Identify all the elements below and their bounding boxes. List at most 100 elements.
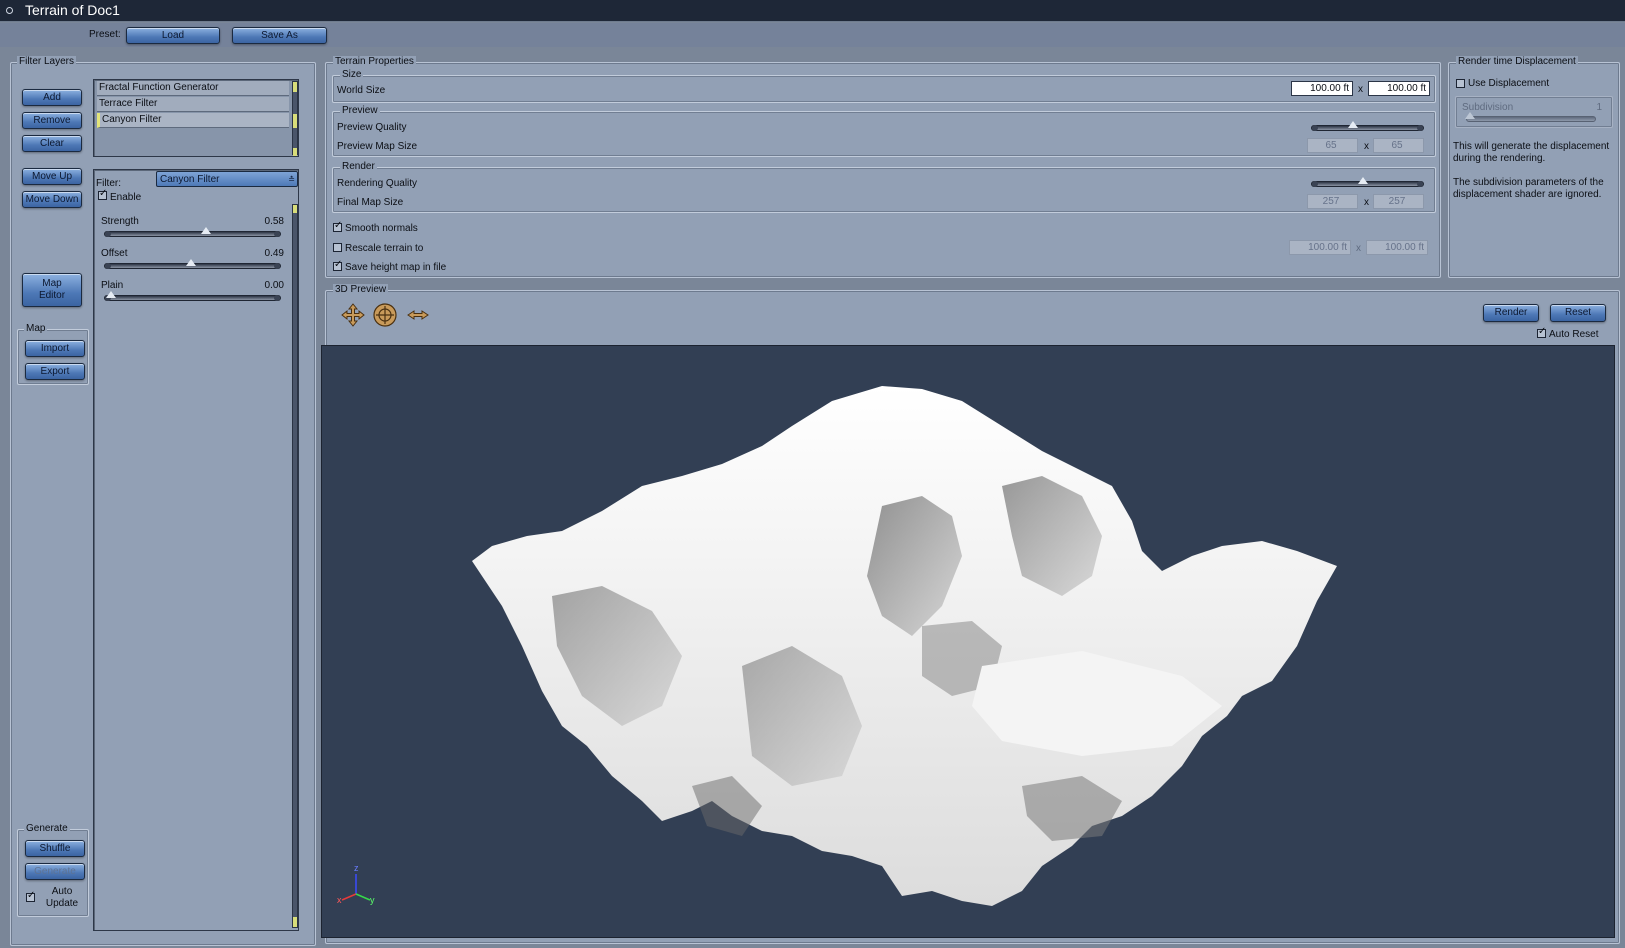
- terrain-render: [472, 386, 1337, 906]
- render-group: Render Rendering Quality Final Map Size …: [332, 161, 1436, 213]
- size-x-label: x: [1358, 84, 1363, 95]
- rotate-icon[interactable]: [372, 302, 398, 328]
- size-group: Size World Size 100.00 ft x 100.00 ft: [332, 69, 1436, 103]
- map-legend: Map: [24, 323, 48, 334]
- offset-slider[interactable]: [104, 259, 281, 269]
- import-map-button[interactable]: Import: [25, 340, 85, 357]
- rendering-quality-slider[interactable]: [1311, 177, 1424, 187]
- auto-update-checkbox[interactable]: [26, 890, 35, 902]
- strength-slider-handle[interactable]: [200, 227, 211, 234]
- final-map-height-field: 257: [1373, 194, 1424, 209]
- plain-slider[interactable]: [104, 291, 281, 301]
- pan-icon[interactable]: [340, 302, 366, 328]
- preview-group: Preview Preview Quality Preview Map Size…: [332, 105, 1436, 157]
- clear-layers-button[interactable]: Clear: [22, 135, 82, 152]
- render-displacement-panel: Render time Displacement Use Displacemen…: [1448, 56, 1620, 278]
- strength-slider[interactable]: [104, 227, 281, 237]
- final-map-width-field: 257: [1307, 194, 1358, 209]
- preview-3d-legend: 3D Preview: [333, 284, 389, 295]
- offset-slider-handle[interactable]: [185, 259, 196, 266]
- filter-layers-panel: Filter Layers Add Remove Clear Move Up M…: [10, 56, 316, 946]
- rescale-width-field: 100.00 ft: [1289, 240, 1351, 255]
- plain-label: Plain: [101, 280, 124, 291]
- offset-label: Offset: [101, 248, 128, 259]
- terrain-3d-viewport[interactable]: z x y: [321, 345, 1615, 938]
- window-title: Terrain of Doc1: [25, 2, 120, 18]
- preset-bar: Preset: Load Save As: [0, 23, 1625, 47]
- load-preset-button[interactable]: Load: [126, 27, 220, 44]
- subdivision-handle: [1465, 112, 1475, 119]
- axis-z-label: z: [354, 863, 359, 873]
- map-group: Map Import Export: [17, 323, 89, 385]
- export-map-button[interactable]: Export: [25, 363, 85, 380]
- enable-label: Enable: [110, 192, 142, 203]
- final-x-label: x: [1364, 197, 1369, 208]
- displacement-note-1: This will generate the displacement duri…: [1453, 141, 1610, 164]
- rendering-quality-handle[interactable]: [1357, 177, 1368, 184]
- world-size-label: World Size: [337, 85, 386, 96]
- move-down-button[interactable]: Move Down: [22, 191, 82, 208]
- preview-quality-label: Preview Quality: [337, 122, 407, 133]
- rescale-x-label: x: [1356, 243, 1361, 254]
- preview-map-size-label: Preview Map Size: [337, 141, 418, 152]
- rescale-terrain-label: Rescale terrain to: [345, 243, 424, 254]
- enable-checkbox[interactable]: [98, 188, 107, 200]
- rescale-height-field: 100.00 ft: [1366, 240, 1428, 255]
- list-item[interactable]: Terrace Filter: [97, 97, 289, 112]
- render-displacement-legend: Render time Displacement: [1456, 56, 1578, 67]
- auto-reset-label: Auto Reset: [1549, 329, 1599, 340]
- axis-x-label: x: [337, 895, 342, 905]
- filter-layer-list[interactable]: Fractal Function Generator Terrace Filte…: [93, 79, 299, 157]
- size-legend: Size: [340, 69, 364, 80]
- reset-button[interactable]: Reset: [1550, 304, 1606, 322]
- subdivision-group: Subdivision 1: [1455, 96, 1613, 128]
- save-height-map-label: Save height map in file: [345, 262, 447, 273]
- window-close-icon[interactable]: [6, 7, 13, 14]
- map-editor-button[interactable]: Map Editor: [22, 273, 82, 307]
- layer-list-scrollbar[interactable]: [292, 81, 298, 156]
- displacement-note-2: The subdivision parameters of the displa…: [1453, 177, 1604, 200]
- filter-params-area: Filter: Canyon Filter ≛ Enable Strength …: [93, 169, 299, 931]
- plain-slider-handle[interactable]: [106, 291, 116, 298]
- preview-map-width-field: 65: [1307, 138, 1358, 153]
- generate-legend: Generate: [24, 823, 70, 834]
- preview-quality-handle[interactable]: [1347, 121, 1358, 128]
- save-height-map-checkbox[interactable]: [333, 259, 342, 271]
- zoom-icon[interactable]: [405, 302, 431, 328]
- remove-layer-button[interactable]: Remove: [22, 112, 82, 129]
- subdivision-slider: [1465, 112, 1596, 122]
- list-item-selected[interactable]: Canyon Filter: [97, 113, 289, 128]
- filter-select[interactable]: Canyon Filter ≛: [156, 171, 298, 187]
- preview-map-height-field: 65: [1373, 138, 1424, 153]
- params-scrollbar[interactable]: [292, 204, 298, 928]
- auto-update-label: Auto Update: [45, 886, 79, 909]
- terrain-properties-legend: Terrain Properties: [333, 56, 416, 67]
- add-layer-button[interactable]: Add: [22, 89, 82, 106]
- subdivision-value: 1: [1596, 102, 1602, 113]
- smooth-normals-checkbox[interactable]: [333, 220, 342, 232]
- save-as-preset-button[interactable]: Save As: [232, 27, 327, 44]
- axis-y-label: y: [370, 895, 375, 905]
- use-displacement-checkbox[interactable]: [1456, 79, 1465, 88]
- generate-button[interactable]: Generate: [25, 863, 85, 880]
- axis-gizmo: z x y: [334, 863, 378, 906]
- world-size-width-field[interactable]: 100.00 ft: [1291, 81, 1353, 96]
- chevron-down-icon: ≛: [288, 175, 295, 184]
- move-up-button[interactable]: Move Up: [22, 168, 82, 185]
- preset-label: Preset:: [89, 29, 121, 40]
- window-titlebar: Terrain of Doc1: [0, 0, 1625, 22]
- plain-value: 0.00: [264, 280, 284, 291]
- list-item[interactable]: Fractal Function Generator: [97, 81, 289, 96]
- filter-layers-legend: Filter Layers: [17, 56, 77, 67]
- preview-x-label: x: [1364, 141, 1369, 152]
- generate-group: Generate Shuffle Generate Auto Update: [17, 823, 89, 917]
- preview-legend: Preview: [340, 105, 380, 116]
- world-size-height-field[interactable]: 100.00 ft: [1368, 81, 1430, 96]
- preview-quality-slider[interactable]: [1311, 121, 1424, 131]
- shuffle-button[interactable]: Shuffle: [25, 840, 85, 857]
- strength-label: Strength: [101, 216, 139, 227]
- rescale-terrain-checkbox[interactable]: [333, 243, 342, 252]
- auto-reset-checkbox[interactable]: [1537, 326, 1546, 338]
- render-button[interactable]: Render: [1483, 304, 1539, 322]
- strength-value: 0.58: [264, 216, 284, 227]
